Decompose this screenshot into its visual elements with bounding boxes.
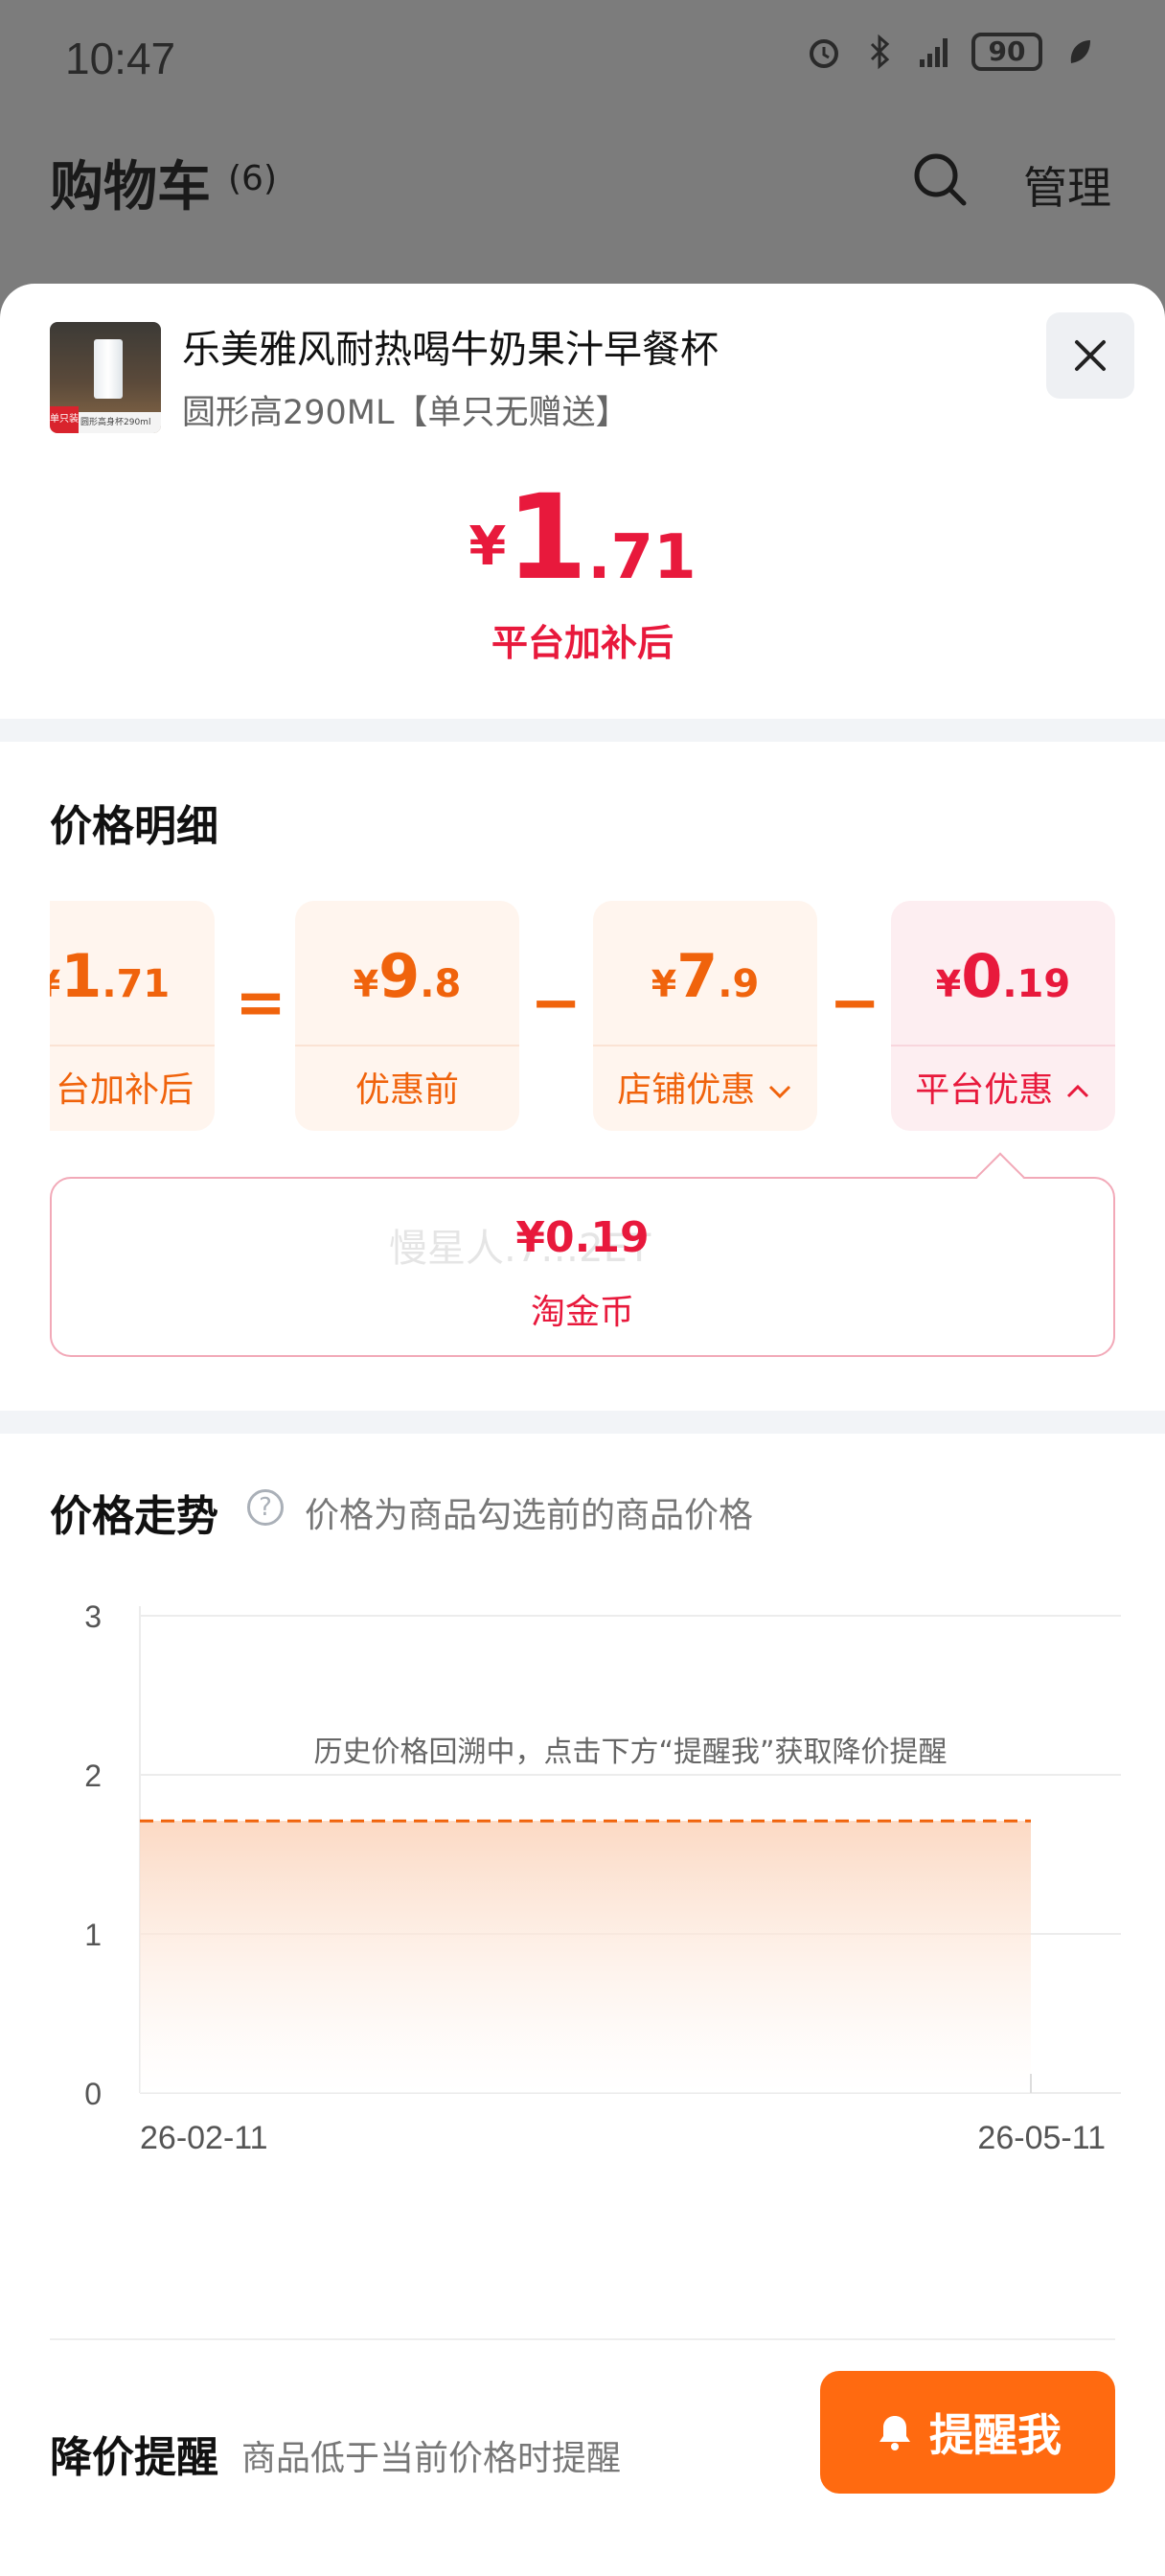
cart-count: (6) [228, 159, 277, 198]
final-price-yen: ¥ [468, 516, 507, 578]
status-bar: 10:47 90 [0, 0, 1165, 115]
remind-desc: 商品低于当前价格时提醒 [241, 2439, 622, 2478]
final-price-int: 1 [506, 470, 588, 606]
thumb-badge: 单只装 [50, 406, 79, 433]
chevron-up-icon [1066, 1084, 1088, 1098]
card-yen: ¥ [50, 963, 60, 1005]
coin-discount-box: 慢星人.7…2ET ¥0.19 淘金币 [50, 1177, 1115, 1357]
chart-annotation: 历史价格回溯中，点击下方“提醒我”获取降价提醒 [313, 1736, 947, 1769]
y-tick-label: 0 [84, 2077, 102, 2111]
card-label: 台加补后 [55, 1070, 194, 1110]
card-yen: ¥ [353, 963, 379, 1005]
x-tick-label: 26-05-11 [977, 2120, 1106, 2156]
breakdown-card-platform[interactable]: ¥0.19 平台优惠 [891, 901, 1115, 1131]
minus-sign: − [829, 968, 880, 1039]
leaf-icon [1070, 40, 1090, 63]
series-area [140, 1821, 1031, 2093]
breakdown-title: 价格明细 [50, 802, 218, 851]
battery-indicator: 90 [971, 33, 1042, 71]
search-icon[interactable] [910, 150, 970, 209]
signal-icon [920, 38, 948, 67]
card-label: 平台优惠 [915, 1070, 1054, 1110]
final-price-caption: 平台加补后 [491, 622, 674, 664]
x-tick-label: 26-02-11 [140, 2120, 268, 2156]
price-detail-sheet: 圆形高身杯290ml 单只装 乐美雅风耐热喝牛奶果汁早餐杯 圆形高290ML【单… [0, 284, 1165, 2576]
background-header: 购物车 (6) 管理 [0, 134, 1165, 230]
chevron-down-icon [768, 1085, 790, 1099]
final-price: ¥1.71 [0, 475, 1165, 600]
manage-button[interactable]: 管理 [1023, 153, 1111, 217]
section-divider [0, 1411, 1165, 1434]
card-int: 0 [961, 941, 1003, 1011]
product-title: 乐美雅风耐热喝牛奶果汁早餐杯 [182, 328, 719, 372]
breakdown-row: ¥1.71 台加补后 = ¥9.8 优惠前 − ¥7.9 店铺优惠 − ¥0.1… [50, 901, 1115, 1131]
y-tick-label: 2 [84, 1759, 102, 1793]
breakdown-card-shop[interactable]: ¥7.9 店铺优惠 [593, 901, 817, 1131]
card-yen: ¥ [935, 963, 962, 1005]
cart-title: 购物车 [50, 156, 211, 218]
equals-sign: = [235, 968, 286, 1039]
bluetooth-icon [870, 34, 890, 70]
card-label: 店铺优惠 [617, 1070, 756, 1110]
close-button[interactable] [1046, 312, 1134, 399]
coin-label: 淘金币 [530, 1293, 634, 1332]
bottom-divider [50, 2338, 1115, 2340]
card-int: 7 [676, 941, 719, 1011]
remind-me-button[interactable]: 提醒我 [820, 2371, 1115, 2494]
product-thumbnail: 圆形高身杯290ml 单只装 [50, 322, 161, 433]
breakdown-card-final: ¥1.71 台加补后 [50, 901, 215, 1131]
trend-title: 价格走势 [50, 1492, 218, 1541]
card-dec: .19 [1002, 962, 1071, 1006]
alarm-icon [810, 39, 838, 68]
card-yen: ¥ [651, 963, 677, 1005]
trend-note: 价格为商品勾选前的商品价格 [305, 1496, 754, 1535]
minus-sign: − [530, 968, 582, 1039]
price-trend-chart: 0 1 2 3 历史价格回溯中，点击下方“提醒我”获取降价提醒 26-02-11 26-05… [50, 1568, 1142, 2354]
close-icon [1075, 340, 1106, 371]
price-trend-svg: 0 1 2 3 历史价格回溯中，点击下方“提醒我”获取降价提醒 26-02-11 26-05… [84, 1599, 1121, 2156]
remind-title: 降价提醒 [50, 2433, 218, 2482]
status-icons: 90 [805, 33, 1098, 71]
breakdown-card-original: ¥9.8 优惠前 [295, 901, 519, 1131]
section-divider [0, 719, 1165, 742]
card-label: 优惠前 [354, 1070, 459, 1110]
remind-button-label: 提醒我 [929, 2409, 1062, 2461]
y-tick-label: 3 [84, 1599, 102, 1634]
help-icon[interactable]: ? [247, 1489, 284, 1526]
product-spec: 圆形高290ML【单只无赠送】 [182, 394, 629, 432]
card-dec: .9 [718, 962, 760, 1006]
card-dec: .71 [102, 962, 171, 1006]
final-price-dec: .71 [587, 522, 697, 593]
status-time: 10:47 [65, 34, 176, 83]
card-int: 9 [378, 941, 421, 1011]
y-tick-label: 1 [84, 1918, 102, 1952]
bell-icon [879, 2416, 910, 2450]
card-dec: .8 [420, 962, 462, 1006]
glass-image [94, 339, 123, 399]
coin-amount: ¥0.19 [515, 1213, 650, 1262]
card-int: 1 [60, 941, 103, 1011]
